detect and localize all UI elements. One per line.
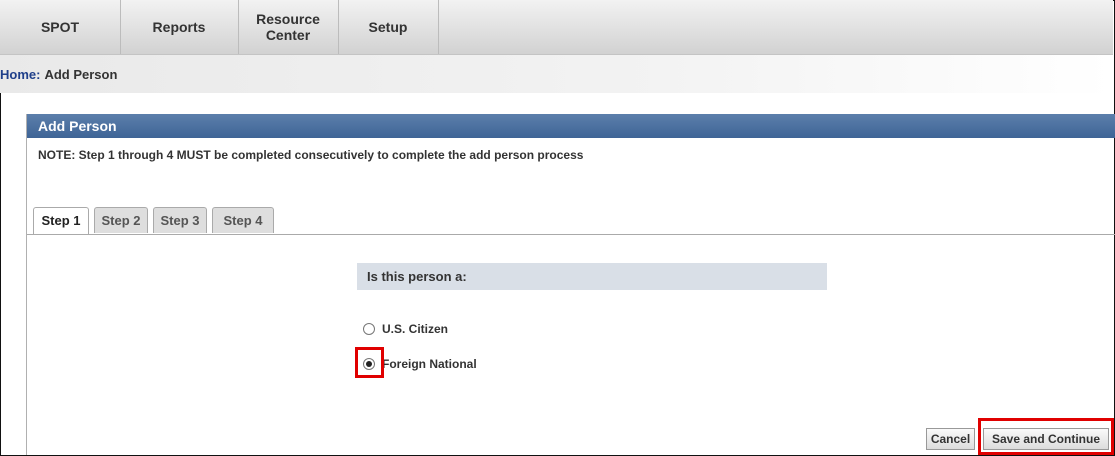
top-nav-bar: SPOT Reports Resource Center Setup [0,0,1113,55]
tab-step-2[interactable]: Step 2 [94,207,148,233]
nav-item-reports[interactable]: Reports [120,0,239,54]
foreign-national-label: Foreign National [382,357,477,371]
tab-step-3[interactable]: Step 3 [153,207,207,233]
breadcrumb-separator: : [36,66,41,82]
breadcrumb-current: Add Person [44,66,118,82]
tab-divider [27,234,1115,235]
breadcrumb: Home : Add Person [0,55,1113,93]
breadcrumb-home-link[interactable]: Home [0,67,36,82]
option-us-citizen[interactable]: U.S. Citizen [363,322,448,336]
nav-item-resource-center-label: Resource Center [256,11,320,43]
tab-step-4[interactable]: Step 4 [212,207,274,233]
question-header: Is this person a: [357,263,827,290]
nav-item-setup[interactable]: Setup [338,0,439,54]
us-citizen-radio[interactable] [363,323,375,335]
cancel-button[interactable]: Cancel [926,428,975,450]
panel-title: Add Person [27,114,1115,138]
nav-item-spot[interactable]: SPOT [0,0,121,54]
us-citizen-label: U.S. Citizen [382,322,449,336]
radio-highlight-box [355,347,384,378]
save-button-highlight-box [978,418,1114,455]
tab-step-1[interactable]: Step 1 [33,207,89,235]
nav-item-resource-center[interactable]: Resource Center [238,0,339,54]
process-note: NOTE: Step 1 through 4 MUST be completed… [38,148,584,162]
add-person-panel: Add Person NOTE: Step 1 through 4 MUST b… [26,114,1115,455]
